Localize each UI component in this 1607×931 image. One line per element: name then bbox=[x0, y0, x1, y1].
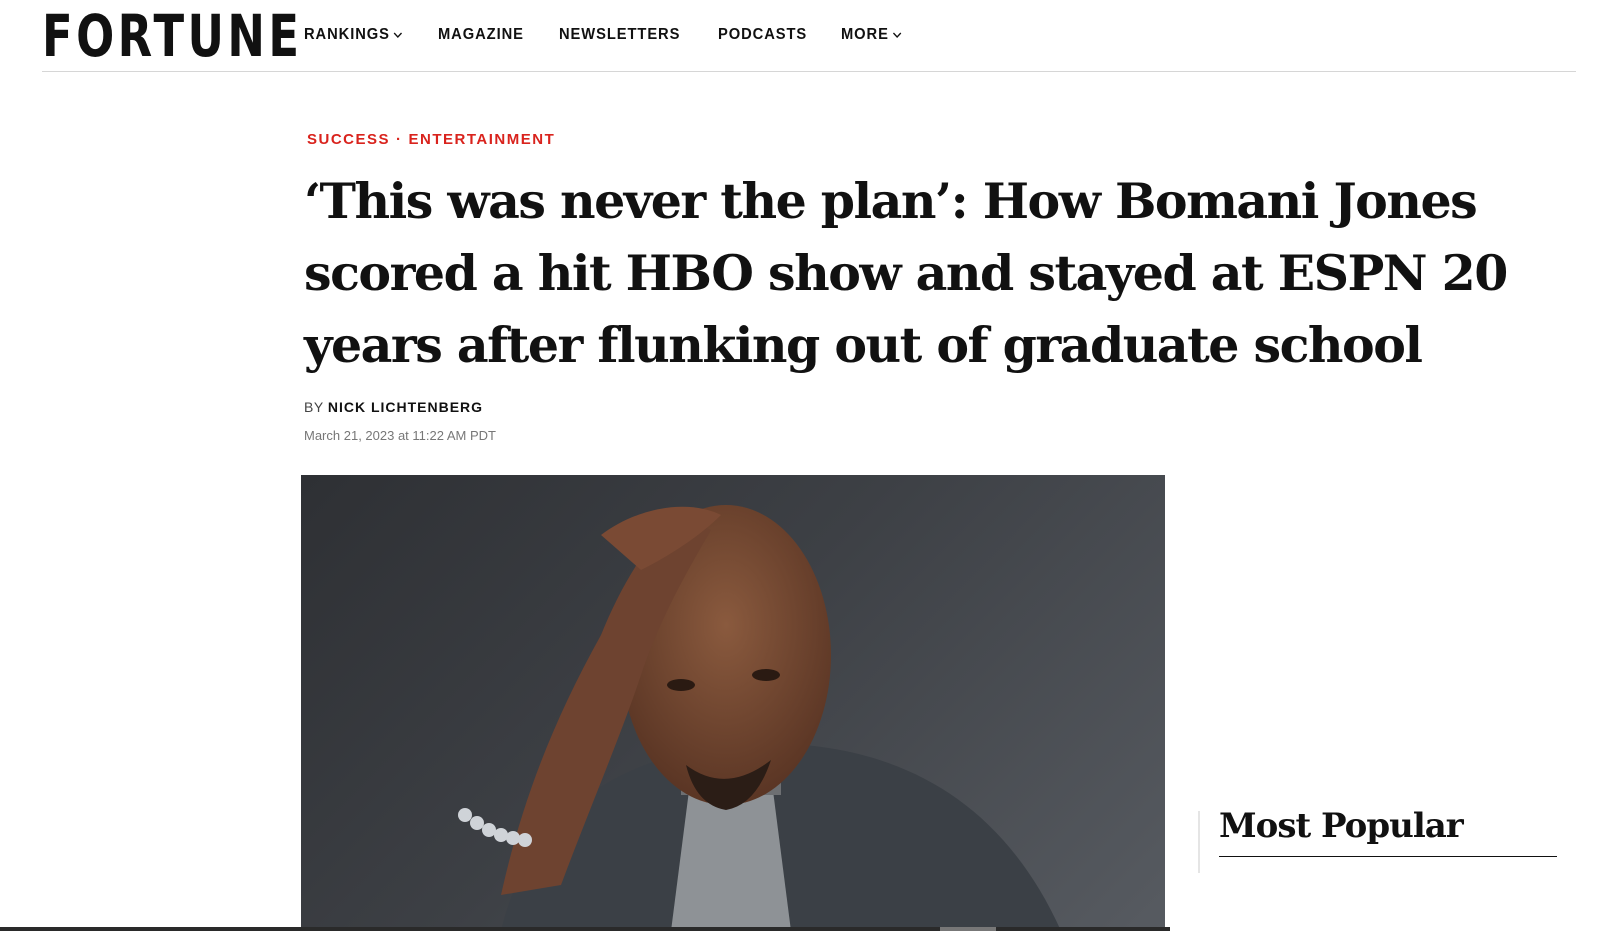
fortune-logo[interactable]: FORTUNE bbox=[42, 6, 302, 66]
horizontal-scrollbar[interactable] bbox=[0, 927, 1170, 931]
nav-more-label: MORE bbox=[841, 26, 890, 43]
chevron-down-icon bbox=[393, 32, 403, 39]
nav-newsletters[interactable]: NEWSLETTERS bbox=[559, 26, 680, 44]
sidebar-divider bbox=[1198, 811, 1200, 873]
category-entertainment-link[interactable]: ENTERTAINMENT bbox=[409, 131, 556, 148]
publish-date: March 21, 2023 at 11:22 AM PDT bbox=[304, 428, 496, 443]
category-success-link[interactable]: SUCCESS bbox=[307, 131, 390, 148]
portrait-illustration bbox=[458, 505, 1061, 931]
nav-rankings-label: RANKINGS bbox=[304, 26, 390, 43]
chevron-down-icon bbox=[893, 32, 902, 39]
author-link[interactable]: NICK LICHTENBERG bbox=[328, 399, 483, 415]
hero-image bbox=[301, 475, 1165, 931]
byline-prefix: BY bbox=[304, 399, 324, 415]
most-popular-heading: Most Popular bbox=[1219, 806, 1464, 846]
byline: BY NICK LICHTENBERG bbox=[304, 399, 483, 415]
main-nav: RANKINGS MAGAZINE NEWSLETTERS PODCASTS M… bbox=[304, 26, 907, 44]
article-headline: ‘This was never the plan’: How Bomani Jo… bbox=[304, 172, 1508, 374]
article-categories: SUCCESS · ENTERTAINMENT bbox=[307, 131, 555, 148]
site-header: FORTUNE RANKINGS MAGAZINE NEWSLETTERS PO… bbox=[42, 0, 1576, 72]
nav-newsletters-label: NEWSLETTERS bbox=[558, 26, 681, 43]
most-popular-underline bbox=[1219, 856, 1557, 857]
category-separator: · bbox=[396, 131, 403, 148]
scrollbar-thumb[interactable] bbox=[940, 927, 996, 931]
nav-rankings[interactable]: RANKINGS bbox=[304, 26, 403, 44]
nav-podcasts[interactable]: PODCASTS bbox=[718, 26, 807, 44]
nav-magazine[interactable]: MAGAZINE bbox=[438, 26, 524, 44]
nav-magazine-label: MAGAZINE bbox=[438, 26, 525, 43]
nav-more[interactable]: MORE bbox=[841, 26, 902, 44]
nav-podcasts-label: PODCASTS bbox=[717, 26, 807, 43]
